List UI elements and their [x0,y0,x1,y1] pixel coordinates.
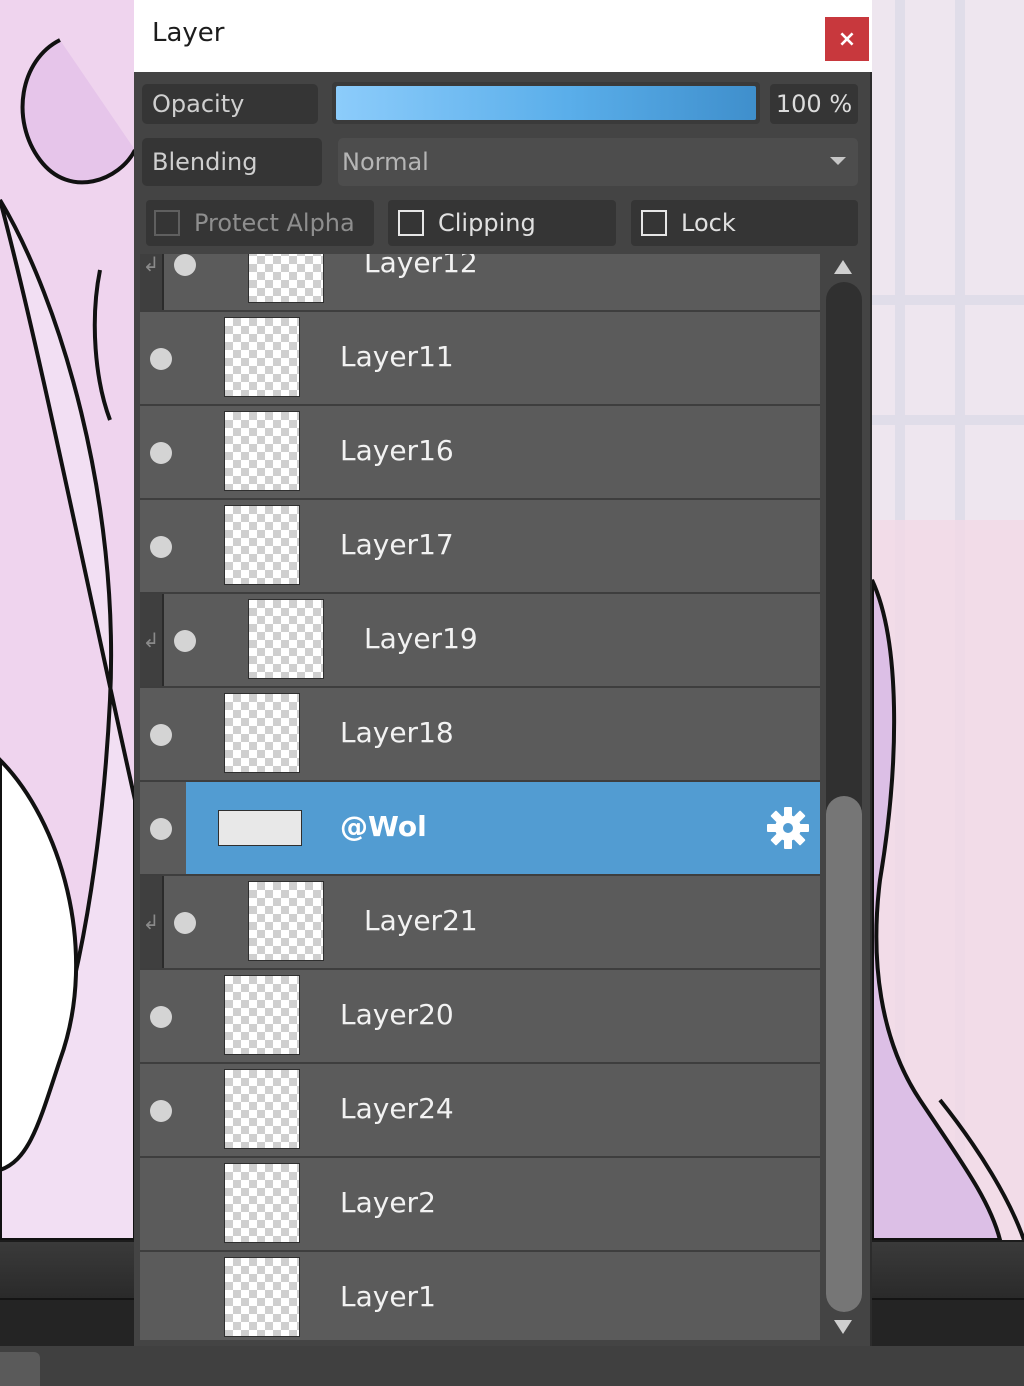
scrollbar-track[interactable] [826,282,862,1312]
bottom-tab[interactable] [0,1352,40,1386]
eye-icon[interactable] [174,254,196,276]
layer-name: Layer21 [364,904,478,937]
panel-title: Layer [152,18,225,48]
layer-thumbnail [248,254,324,303]
layer-name: Layer1 [340,1280,436,1313]
layer-row[interactable]: @Wol [140,782,820,876]
clipping-toggle[interactable]: Clipping [388,200,616,246]
layer-row[interactable]: Layer17 [140,500,820,594]
layer-thumbnail [224,1069,300,1149]
layer-name: Layer11 [340,340,454,373]
layer-name: Layer24 [340,1092,454,1125]
close-icon: × [837,26,857,52]
lock-checkbox[interactable] [641,210,667,236]
layer-row[interactable]: Layer2 [140,1158,820,1252]
eye-icon[interactable] [150,1100,172,1122]
clipping-label: Clipping [438,209,536,237]
layer-name: Layer17 [340,528,454,561]
layer-name: Layer20 [340,998,454,1031]
eye-icon[interactable] [150,724,172,746]
scroll-down-arrow-icon[interactable] [834,1320,852,1334]
layer-thumbnail [218,810,302,846]
lock-toggle[interactable]: Lock [631,200,858,246]
layer-thumbnail [224,1163,300,1243]
gear-icon[interactable] [766,806,810,850]
eye-icon[interactable] [174,630,196,652]
clip-arrow-icon: ↲ [140,876,164,968]
layer-thumbnail [224,317,300,397]
layer-name: Layer2 [340,1186,436,1219]
clip-arrow-icon: ↲ [140,594,164,686]
layer-name: @Wol [340,810,427,843]
layer-panel: Layer × Opacity 100 % Blending Normal Pr… [134,0,872,1346]
bottom-tab-bar [0,1346,1024,1386]
opacity-value[interactable]: 100 % [770,84,858,124]
blending-mode-select[interactable]: Normal [338,138,858,186]
eye-icon[interactable] [174,912,196,934]
protect-alpha-toggle[interactable]: Protect Alpha [146,200,374,246]
protect-alpha-label: Protect Alpha [194,209,355,237]
layer-name: Layer12 [364,254,478,279]
blending-label: Blending [142,138,322,186]
layer-row[interactable]: Layer18 [140,688,820,782]
layer-name: Layer16 [340,434,454,467]
layer-thumbnail [248,881,324,961]
layer-name: Layer18 [340,716,454,749]
layer-name: Layer19 [364,622,478,655]
scroll-up-arrow-icon[interactable] [834,260,852,274]
eye-icon[interactable] [150,1006,172,1028]
opacity-slider[interactable] [332,82,760,124]
layer-row[interactable]: ↲ Layer12 [140,254,820,312]
layer-list-scrollbar[interactable] [822,254,866,1340]
layer-list[interactable]: ↲ Layer12 Layer11 Layer16 Layer17 ↲ Layer19 Lay… [140,254,820,1340]
scrollbar-thumb[interactable] [826,796,862,1312]
panel-titlebar[interactable]: Layer × [134,0,872,72]
eye-icon[interactable] [150,442,172,464]
opacity-slider-fill [336,86,756,120]
layer-thumbnail [248,599,324,679]
layer-row[interactable]: Layer1 [140,1252,820,1340]
blending-mode-value: Normal [342,148,429,176]
layer-row[interactable]: Layer16 [140,406,820,500]
eye-icon[interactable] [150,536,172,558]
layer-row[interactable]: Layer11 [140,312,820,406]
layer-row[interactable]: Layer20 [140,970,820,1064]
clip-arrow-icon: ↲ [140,254,164,310]
clipping-checkbox[interactable] [398,210,424,236]
layer-row[interactable]: Layer24 [140,1064,820,1158]
close-button[interactable]: × [825,17,869,61]
opacity-label: Opacity [142,84,318,124]
lock-label: Lock [681,209,736,237]
layer-thumbnail [224,505,300,585]
protect-alpha-checkbox[interactable] [154,210,180,236]
layer-row[interactable]: ↲ Layer21 [140,876,820,970]
eye-icon[interactable] [150,818,172,840]
layer-thumbnail [224,693,300,773]
layer-thumbnail [224,1257,300,1337]
chevron-down-icon [830,157,846,165]
eye-icon[interactable] [150,348,172,370]
layer-row[interactable]: ↲ Layer19 [140,594,820,688]
layer-thumbnail [224,975,300,1055]
layer-thumbnail [224,411,300,491]
